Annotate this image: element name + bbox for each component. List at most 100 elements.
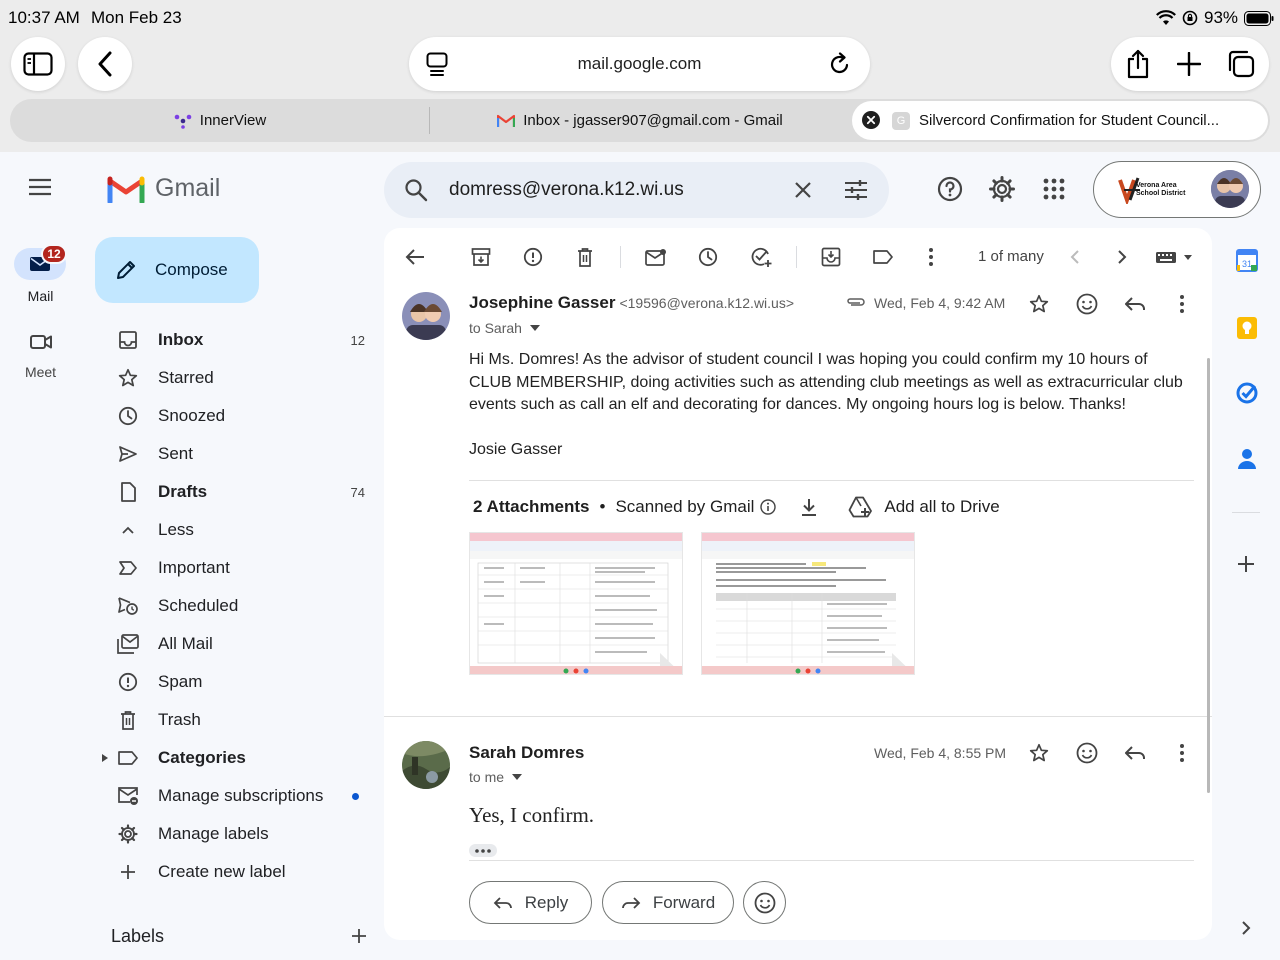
tab-overview-icon[interactable] xyxy=(1227,50,1255,78)
nav-snoozed[interactable]: Snoozed xyxy=(95,398,375,434)
attachments-count: 2 Attachments xyxy=(473,497,590,516)
nav-trash[interactable]: Trash xyxy=(95,702,375,738)
nav-sent[interactable]: Sent xyxy=(95,436,375,472)
more-vertical-icon[interactable] xyxy=(1179,743,1185,763)
chevron-right-icon[interactable] xyxy=(1241,920,1251,936)
rail-mail[interactable]: 12 Mail xyxy=(0,244,81,310)
reply-icon[interactable] xyxy=(1124,296,1146,312)
move-to-icon[interactable] xyxy=(816,242,846,272)
recipients-toggle[interactable]: to Sarah xyxy=(469,320,540,336)
wifi-icon xyxy=(1156,10,1176,26)
reload-icon[interactable] xyxy=(829,52,851,76)
attachment-thumbnail[interactable] xyxy=(469,532,683,675)
search-options-icon[interactable] xyxy=(844,178,868,202)
emoji-icon[interactable] xyxy=(1076,293,1098,315)
nav-drafts[interactable]: Drafts 74 xyxy=(95,474,375,510)
nav-important[interactable]: Important xyxy=(95,550,375,586)
emoji-icon[interactable] xyxy=(1076,742,1098,764)
nav-scheduled[interactable]: Scheduled xyxy=(95,588,375,624)
clear-search-icon[interactable] xyxy=(793,180,813,200)
tab-label: Inbox - jgasser907@gmail.com - Gmail xyxy=(523,112,783,129)
forward-button[interactable]: Forward xyxy=(602,881,734,924)
add-task-icon[interactable] xyxy=(746,242,776,272)
calendar-icon[interactable]: 31 xyxy=(1236,248,1258,272)
back-to-list-icon[interactable] xyxy=(400,242,430,272)
search-bar[interactable]: domress@verona.k12.wi.us xyxy=(384,162,889,218)
chevron-left-icon[interactable] xyxy=(1060,242,1090,272)
help-icon[interactable] xyxy=(937,176,963,202)
archive-icon[interactable] xyxy=(466,242,496,272)
settings-icon[interactable] xyxy=(989,176,1015,202)
nav-scheduled-label: Scheduled xyxy=(158,596,239,615)
search-input[interactable]: domress@verona.k12.wi.us xyxy=(449,179,684,201)
reply-button[interactable]: Reply xyxy=(469,881,592,924)
caret-right-icon[interactable] xyxy=(101,753,109,763)
info-icon[interactable] xyxy=(760,499,777,515)
video-icon xyxy=(30,334,52,350)
avatar[interactable] xyxy=(402,741,450,789)
nav-less[interactable]: Less xyxy=(95,512,375,548)
gmail-wordmark: Gmail xyxy=(155,174,221,202)
close-tab-icon[interactable] xyxy=(862,111,880,129)
battery-percent: 93% xyxy=(1204,8,1239,27)
to-line: to me xyxy=(469,769,505,785)
tasks-icon[interactable] xyxy=(1236,382,1258,404)
contacts-icon[interactable] xyxy=(1237,448,1257,470)
star-icon xyxy=(113,368,143,388)
add-addon-icon[interactable] xyxy=(1237,555,1255,573)
nav-categories[interactable]: Categories xyxy=(95,740,375,776)
search-icon[interactable] xyxy=(404,178,428,202)
report-spam-icon[interactable] xyxy=(518,242,548,272)
labels-icon[interactable] xyxy=(868,242,898,272)
snooze-icon[interactable] xyxy=(693,242,723,272)
download-all-icon[interactable] xyxy=(800,497,818,517)
address-bar[interactable]: mail.google.com xyxy=(409,37,870,91)
recipients-toggle[interactable]: to me xyxy=(469,769,523,785)
input-tools-icon[interactable] xyxy=(1152,242,1198,272)
show-trimmed-button[interactable] xyxy=(469,844,497,857)
more-vertical-icon[interactable] xyxy=(1179,294,1185,314)
sidebar-toggle-button[interactable] xyxy=(11,37,65,91)
attachment-thumbnail[interactable] xyxy=(701,532,915,675)
gmail-logo[interactable]: Gmail xyxy=(107,174,220,203)
keep-icon[interactable] xyxy=(1236,316,1258,340)
account-switcher[interactable]: Verona Area School District xyxy=(1093,161,1261,218)
tab-innerview[interactable]: InnerView xyxy=(10,99,430,142)
new-tab-icon[interactable] xyxy=(1177,52,1201,76)
mark-unread-icon[interactable] xyxy=(641,242,671,272)
rail-meet[interactable]: Meet xyxy=(0,332,81,382)
sender-name[interactable]: Josephine Gasser xyxy=(469,293,615,313)
avatar[interactable] xyxy=(402,292,450,340)
nav-inbox[interactable]: Inbox 12 xyxy=(95,322,375,358)
delete-icon[interactable] xyxy=(570,242,600,272)
nav-manage-subscriptions[interactable]: Manage subscriptions xyxy=(95,778,375,814)
star-icon[interactable] xyxy=(1029,294,1049,314)
reply-icon[interactable] xyxy=(1124,745,1146,761)
add-all-to-drive-label[interactable]: Add all to Drive xyxy=(884,497,999,517)
back-button[interactable] xyxy=(78,37,132,91)
add-to-drive-icon[interactable] xyxy=(848,496,874,518)
tab-gmail-inbox[interactable]: Inbox - jgasser907@gmail.com - Gmail xyxy=(430,99,850,142)
chevron-right-icon[interactable] xyxy=(1107,242,1137,272)
nav-manage-labels[interactable]: Manage labels xyxy=(95,816,375,852)
add-label-icon[interactable] xyxy=(351,928,367,944)
react-emoji-button[interactable] xyxy=(743,881,786,924)
nav-spam[interactable]: Spam xyxy=(95,664,375,700)
compose-button[interactable]: Compose xyxy=(95,237,259,303)
message2-body: Yes, I confirm. xyxy=(469,803,595,827)
nav-all-mail[interactable]: All Mail xyxy=(95,626,375,662)
more-vertical-icon[interactable] xyxy=(916,242,946,272)
scheduled-send-icon xyxy=(113,596,143,616)
main-menu-button[interactable] xyxy=(28,178,52,196)
rail-mail-label: Mail xyxy=(27,288,54,304)
nav-starred[interactable]: Starred xyxy=(95,360,375,396)
org-logo-line2: School District xyxy=(1136,190,1186,197)
share-icon[interactable] xyxy=(1125,49,1151,79)
apps-grid-icon[interactable] xyxy=(1043,178,1065,200)
tab-silvercord[interactable]: G Silvercord Confirmation for Student Co… xyxy=(852,101,1268,140)
unsubscribe-icon xyxy=(113,786,143,806)
nav-create-label[interactable]: Create new label xyxy=(95,854,375,890)
star-icon[interactable] xyxy=(1029,743,1049,763)
message2-sender[interactable]: Sarah Domres xyxy=(469,743,584,763)
scrollbar[interactable] xyxy=(1207,358,1210,793)
